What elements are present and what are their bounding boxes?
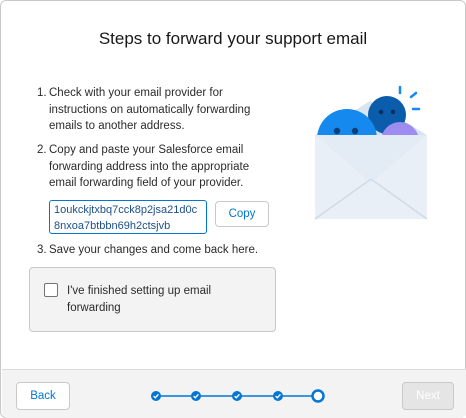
step-1: 1. Check with your email provider for in… [37, 85, 277, 135]
back-button[interactable]: Back [16, 382, 70, 410]
step-3: 3. Save your changes and come back here. [37, 242, 277, 259]
progress-step-2[interactable] [191, 391, 201, 401]
copy-button[interactable]: Copy [215, 201, 269, 227]
progress-step-5-current[interactable] [311, 389, 325, 403]
step-text: Copy and paste your Salesforce email for… [49, 144, 250, 189]
step-number: 2. [37, 144, 47, 156]
email-illustration [314, 85, 428, 220]
progress-step-1[interactable] [151, 391, 161, 401]
progress-step-4[interactable] [273, 391, 283, 401]
step-text: Check with your email provider for instr… [49, 87, 251, 132]
setup-dialog: Steps to forward your support email 1. C… [0, 0, 466, 418]
envelope-icon [314, 135, 428, 220]
finished-checkbox-label[interactable]: I've finished setting up email forwardin… [67, 283, 247, 317]
step-number: 3. [37, 244, 47, 256]
dialog-footer: Back Next [2, 369, 466, 418]
forwarding-address-field[interactable]: 1oukckjtxbq7cck8p2jsa21d0c8nxoa7btbbn69h… [49, 200, 207, 234]
dialog-title: Steps to forward your support email [98, 29, 368, 48]
progress-indicator [151, 389, 325, 403]
progress-step-3[interactable] [232, 391, 242, 401]
confirmation-panel: I've finished setting up email forwardin… [29, 267, 276, 332]
step-2: 2. Copy and paste your Salesforce email … [37, 142, 277, 192]
step-text: Save your changes and come back here. [49, 244, 259, 256]
finished-checkbox[interactable] [44, 283, 58, 297]
next-button[interactable]: Next [402, 382, 454, 410]
step-number: 1. [37, 87, 47, 99]
